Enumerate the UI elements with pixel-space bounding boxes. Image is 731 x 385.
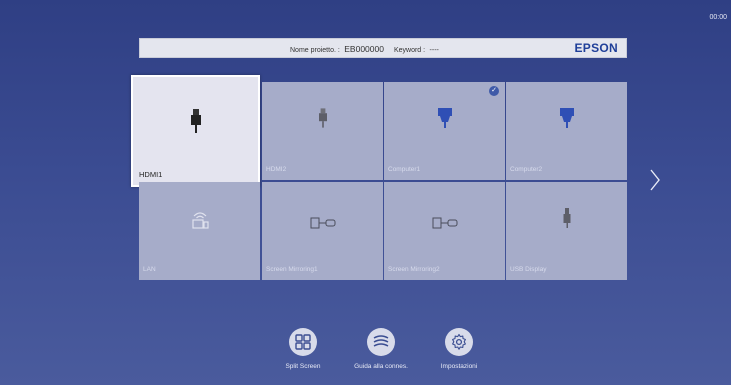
source-tile-hdmi2[interactable]: HDMI2 [262,82,383,180]
settings-gear-icon [452,333,466,350]
projector-info-bar: Nome proietto. : EB000000 Keyword : ----… [139,38,627,58]
connection-guide-icon [373,335,389,347]
screen-mirroring-icon [310,216,336,234]
hdmi-plug-icon [190,109,201,138]
settings-label: Impostazioni [440,363,478,370]
source-label: Computer1 [388,166,421,173]
split-screen-button[interactable]: Split Screen [268,328,338,370]
source-grid: HDMI1 HDMI2 ✓ Computer1 Computer2 LAN Sc… [131,75,627,282]
keyword-value: ---- [429,47,439,54]
usb-plug-icon [563,208,571,233]
screen-mirroring-icon [432,216,458,234]
active-check-icon: ✓ [489,86,499,96]
source-label: Screen Mirroring1 [266,266,318,273]
lan-wifi-icon [189,208,211,235]
source-tile-usb-display[interactable]: USB Display [506,182,627,280]
source-label: HDMI2 [266,166,287,173]
source-tile-screen-mirroring2[interactable]: Screen Mirroring2 [384,182,505,280]
source-label: HDMI1 [139,170,163,179]
source-tile-computer1[interactable]: ✓ Computer1 [384,82,505,180]
split-screen-icon [295,334,311,350]
source-tile-computer2[interactable]: Computer2 [506,82,627,180]
split-screen-label: Split Screen [285,363,321,370]
project-name-label: Nome proietto. : [290,47,340,54]
source-tile-lan[interactable]: LAN [139,182,260,280]
settings-button[interactable]: Impostazioni [424,328,494,370]
source-label: Screen Mirroring2 [388,266,440,273]
source-label: LAN [143,266,156,273]
source-label: USB Display [510,266,547,273]
chevron-right-icon[interactable] [649,168,661,192]
connection-guide-button[interactable]: Guida alla connes. [346,328,416,370]
clock: 00:00 [709,14,727,21]
source-tile-screen-mirroring1[interactable]: Screen Mirroring1 [262,182,383,280]
vga-connector-icon [437,108,452,133]
source-tile-hdmi1[interactable]: HDMI1 [131,75,260,187]
vga-connector-icon [559,108,574,133]
hdmi-plug-icon [318,108,327,133]
epson-logo: EPSON [574,41,618,55]
connection-guide-label: Guida alla connes. [354,363,408,370]
source-label: Computer2 [510,166,543,173]
keyword-label: Keyword : [393,47,426,54]
project-name-value: EB000000 [344,44,384,54]
